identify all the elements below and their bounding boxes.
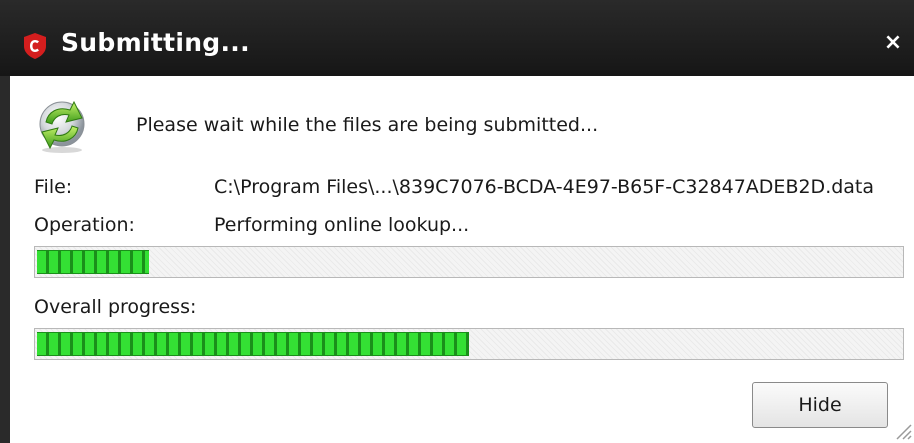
overall-progress-label: Overall progress: [34, 296, 197, 318]
file-progress-bar [34, 246, 904, 278]
file-progress-fill [37, 250, 149, 274]
title-bar[interactable]: Submitting... × [0, 0, 914, 76]
resize-grip-icon[interactable] [892, 420, 912, 440]
file-label: File: [34, 176, 73, 198]
operation-label: Operation: [34, 214, 135, 236]
refresh-check-icon [39, 100, 85, 153]
hide-button[interactable]: Hide [752, 382, 888, 428]
close-icon[interactable]: × [882, 32, 904, 54]
dialog-title: Submitting... [61, 28, 250, 57]
submit-dialog: Submitting... × Please wait while the fi… [0, 0, 914, 443]
status-message: Please wait while the files are being su… [136, 114, 599, 136]
overall-progress-bar [34, 328, 904, 360]
comodo-logo-icon [24, 33, 46, 59]
overall-progress-fill [37, 332, 469, 356]
operation-status: Performing online lookup... [214, 214, 470, 236]
window-border [0, 76, 10, 443]
file-path: C:\Program Files\...\839C7076-BCDA-4E97-… [214, 176, 875, 198]
